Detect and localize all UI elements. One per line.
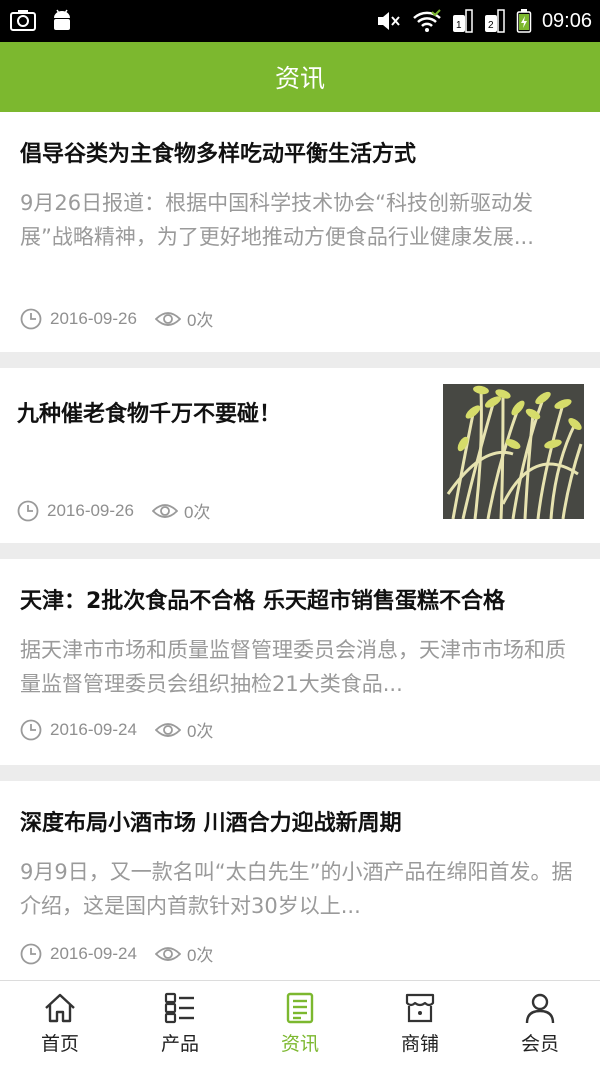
article-summary: 9月9日，又一款名叫“太白先生”的小酒产品在绵阳首发。据介绍，这是国内首款针对3… [20,860,573,918]
clock-icon [17,500,39,521]
article-card[interactable]: 九种催老食物千万不要碰！ 2016-09-26 0次 [0,368,600,543]
article-title: 深度布局小酒市场 川酒合力迎战新周期 [20,811,402,836]
article-meta: 2016-09-26 0次 [17,498,210,523]
article-views: 0次 [186,946,214,965]
tab-label: 资讯 [280,1033,319,1055]
user-icon [525,993,555,1024]
clock: 09:06 [541,9,592,32]
tab-shop[interactable]: 商铺 [360,981,480,1067]
wifi-icon [413,9,441,32]
article-card[interactable]: 倡导谷类为主食物多样吃动平衡生活方式 9月26日报道：根据中国科学技术协会“科技… [0,112,600,352]
tab-label: 商铺 [400,1033,439,1055]
app-header: 资讯 [0,42,600,112]
bean-sprouts-image [443,384,584,519]
svg-text:2: 2 [488,20,494,31]
article-date: 2016-09-26 [50,308,137,328]
article-card[interactable]: 深度布局小酒市场 川酒合力迎战新周期 9月9日，又一款名叫“太白先生”的小酒产品… [0,781,600,1001]
article-meta: 2016-09-26 0次 [20,306,213,331]
article-date: 2016-09-24 [50,943,137,963]
article-views: 0次 [186,722,214,741]
divider [0,765,600,781]
article-date: 2016-09-26 [47,500,134,520]
sim2-icon: 2 [484,9,505,33]
tab-products[interactable]: 产品 [120,981,240,1067]
mute-icon [377,12,400,30]
eye-icon [151,503,178,518]
tab-label: 会员 [520,1033,559,1055]
article-meta: 2016-09-24 0次 [20,941,213,966]
battery-charging-icon [516,9,532,33]
tab-news[interactable]: 资讯 [240,981,360,1067]
tab-label: 首页 [40,1033,79,1055]
news-icon [286,992,314,1024]
article-summary: 据天津市市场和质量监督管理委员会消息，天津市市场和质量监督管理委员会组织抽检21… [20,638,566,696]
divider [0,543,600,559]
home-icon [45,993,75,1023]
article-thumbnail [443,384,584,519]
clock-icon [20,943,42,964]
eye-icon [154,722,181,737]
camera-icon [10,10,36,31]
list-icon [164,992,194,1024]
article-meta: 2016-09-24 0次 [20,717,213,742]
eye-icon [154,946,181,961]
page-title: 资讯 [274,64,325,93]
article-title: 倡导谷类为主食物多样吃动平衡生活方式 [20,142,417,167]
android-icon [54,9,70,30]
divider [0,352,600,368]
clock-icon [20,308,42,329]
tab-label: 产品 [160,1033,199,1055]
tab-member[interactable]: 会员 [480,981,600,1067]
article-views: 0次 [183,503,211,522]
news-feed[interactable]: 倡导谷类为主食物多样吃动平衡生活方式 9月26日报道：根据中国科学技术协会“科技… [0,112,600,1001]
bottom-tab-bar: 首页 产品 资讯 商铺 会员 [0,980,600,1067]
shop-icon [405,993,435,1023]
article-summary: 9月26日报道：根据中国科学技术协会“科技创新驱动发展”战略精神，为了更好地推动… [20,191,534,249]
article-title: 天津：2批次食品不合格 乐天超市销售蛋糕不合格 [20,589,505,614]
status-bar: 1 2 09:06 [0,0,600,42]
article-card[interactable]: 天津：2批次食品不合格 乐天超市销售蛋糕不合格 据天津市市场和质量监督管理委员会… [0,559,600,765]
sim1-icon: 1 [452,9,473,33]
eye-icon [154,311,181,326]
clock-icon [20,719,42,740]
article-views: 0次 [186,311,214,330]
tab-home[interactable]: 首页 [0,981,120,1067]
article-date: 2016-09-24 [50,719,137,739]
article-title: 九种催老食物千万不要碰！ [17,402,282,427]
svg-text:1: 1 [456,20,462,31]
